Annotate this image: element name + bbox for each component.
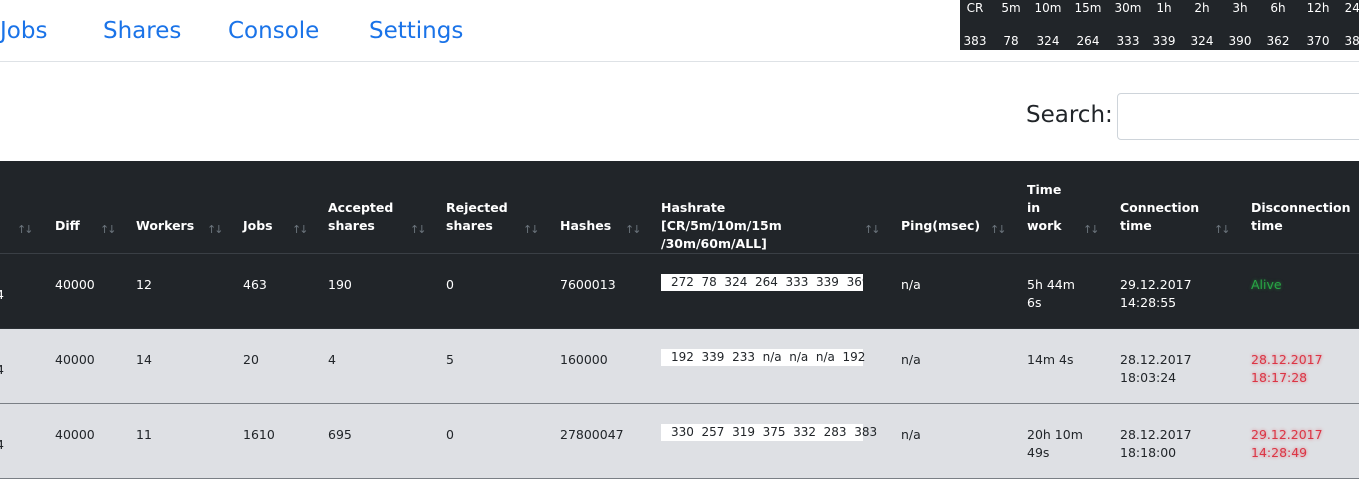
summary-header: 10m: [1034, 1, 1062, 15]
summary-header: 3h: [1232, 1, 1248, 15]
col-time-in-work[interactable]: Time in work: [1027, 181, 1067, 235]
nav-settings-link[interactable]: Settings: [369, 14, 463, 48]
col-hashrate[interactable]: Hashrate [CR/5m/10m/15m /30m/60m/ALL]: [661, 199, 846, 253]
sort-icon[interactable]: ↑↓: [410, 223, 427, 236]
col-accepted-shares[interactable]: Accepted shares: [328, 199, 398, 235]
summary-header: 2h: [1194, 1, 1210, 15]
cell-workers: 11: [136, 427, 152, 442]
summary-value: 370: [1306, 34, 1330, 48]
col-workers[interactable]: Workers: [136, 217, 194, 235]
summary-value: 324: [1036, 34, 1060, 48]
cell-hashrate: 192 339 233 n/a n/a n/a 192: [661, 349, 865, 366]
cell-workers: 14: [136, 352, 152, 367]
cell-disconnection-time: 29.12.2017 14:28:49: [1251, 427, 1323, 460]
hashrate-summary: CR 383 5m 78 10m 324 15m 264 30m 333 1h 339 2h 324 3h 3…: [960, 0, 1359, 50]
col-diff[interactable]: Diff: [55, 217, 80, 235]
cell-jobs: 463: [243, 277, 267, 292]
summary-header: 1h: [1156, 1, 1172, 15]
cell-jobs: 1610: [243, 427, 275, 442]
summary-header: 24h: [1344, 1, 1359, 15]
sort-icon[interactable]: ↑↓: [523, 223, 540, 236]
cell-time-in-work: 14m 4s: [1027, 352, 1074, 367]
cell-disconnection-time: Alive: [1251, 277, 1282, 292]
sort-icon[interactable]: ↑↓: [17, 223, 34, 236]
summary-header: 5m: [1001, 1, 1021, 15]
table-row: 4 40000 14 20 4 5 160000 192 339 233 n/a…: [0, 329, 1359, 404]
cell-connection-time: 28.12.2017 18:03:24: [1120, 352, 1192, 385]
summary-value: 333: [1116, 34, 1140, 48]
sort-icon[interactable]: ↑↓: [864, 223, 881, 236]
cell-hashrate: 272 78 324 264 333 339 369: [661, 274, 869, 291]
row-cell-truncated: 4: [0, 436, 4, 454]
summary-value: 390: [1228, 34, 1252, 48]
summary-header: 30m: [1114, 1, 1142, 15]
cell-connection-time: 28.12.2017 18:18:00: [1120, 427, 1192, 460]
sort-icon[interactable]: ↑↓: [990, 223, 1007, 236]
row-cell-truncated: 4: [0, 361, 4, 379]
col-jobs[interactable]: Jobs: [243, 217, 273, 235]
summary-value: 381: [1344, 34, 1359, 48]
search-label: Search:: [1026, 102, 1113, 128]
cell-ping: n/a: [901, 427, 921, 442]
cell-time-in-work: 20h 10m 49s: [1027, 427, 1083, 460]
workers-table: ↑↓ Diff ↑↓ Workers ↑↓ Jobs ↑↓ Accepted s…: [0, 161, 1359, 479]
cell-ping: n/a: [901, 352, 921, 367]
nav-console-link[interactable]: Console: [228, 14, 319, 48]
table-row: 4 40000 12 463 190 0 7600013 272 78 324 …: [0, 254, 1359, 329]
summary-value: 383: [963, 34, 987, 48]
cell-hashrate: 330 257 319 375 332 283 383: [661, 424, 877, 441]
cell-rejected: 5: [446, 352, 454, 367]
cell-connection-time: 29.12.2017 14:28:55: [1120, 277, 1192, 310]
col-rejected-shares[interactable]: Rejected shares: [446, 199, 516, 235]
cell-workers: 12: [136, 277, 152, 292]
summary-header: CR: [966, 1, 984, 15]
cell-hashes: 27800047: [560, 427, 624, 442]
cell-rejected: 0: [446, 427, 454, 442]
nav-jobs-link[interactable]: Jobs: [0, 14, 47, 48]
cell-diff: 40000: [55, 277, 95, 292]
summary-value: 264: [1076, 34, 1100, 48]
cell-jobs: 20: [243, 352, 259, 367]
cell-accepted: 695: [328, 427, 352, 442]
row-cell-truncated: 4: [0, 286, 4, 304]
table-row: 4 40000 11 1610 695 0 27800047 330 257 3…: [0, 404, 1359, 479]
summary-value: 324: [1190, 34, 1214, 48]
summary-header: 12h: [1306, 1, 1330, 15]
cell-ping: n/a: [901, 277, 921, 292]
sort-icon[interactable]: ↑↓: [100, 223, 117, 236]
sort-icon[interactable]: ↑↓: [207, 223, 224, 236]
sort-icon[interactable]: ↑↓: [1214, 223, 1231, 236]
cell-disconnection-time: 28.12.2017 18:17:28: [1251, 352, 1323, 385]
sort-icon[interactable]: ↑↓: [1083, 223, 1100, 236]
cell-accepted: 4: [328, 352, 336, 367]
summary-value: 339: [1152, 34, 1176, 48]
cell-diff: 40000: [55, 352, 95, 367]
cell-hashes: 160000: [560, 352, 608, 367]
sort-icon[interactable]: ↑↓: [625, 223, 642, 236]
cell-rejected: 0: [446, 277, 454, 292]
col-ping[interactable]: Ping(msec): [901, 217, 980, 235]
table-header: ↑↓ Diff ↑↓ Workers ↑↓ Jobs ↑↓ Accepted s…: [0, 161, 1359, 254]
col-connection-time[interactable]: Connection time: [1120, 199, 1200, 235]
cell-time-in-work: 5h 44m 6s: [1027, 277, 1075, 310]
search-input[interactable]: [1117, 93, 1359, 140]
nav-shares-link[interactable]: Shares: [103, 14, 181, 48]
summary-header: 6h: [1270, 1, 1286, 15]
summary-value: 78: [1003, 34, 1019, 48]
cell-diff: 40000: [55, 427, 95, 442]
cell-accepted: 190: [328, 277, 352, 292]
col-disconnection-time[interactable]: Disconnection time: [1251, 199, 1351, 235]
summary-value: 362: [1266, 34, 1290, 48]
col-hashes[interactable]: Hashes: [560, 217, 611, 235]
summary-header: 15m: [1074, 1, 1102, 15]
cell-hashes: 7600013: [560, 277, 616, 292]
sort-icon[interactable]: ↑↓: [292, 223, 309, 236]
